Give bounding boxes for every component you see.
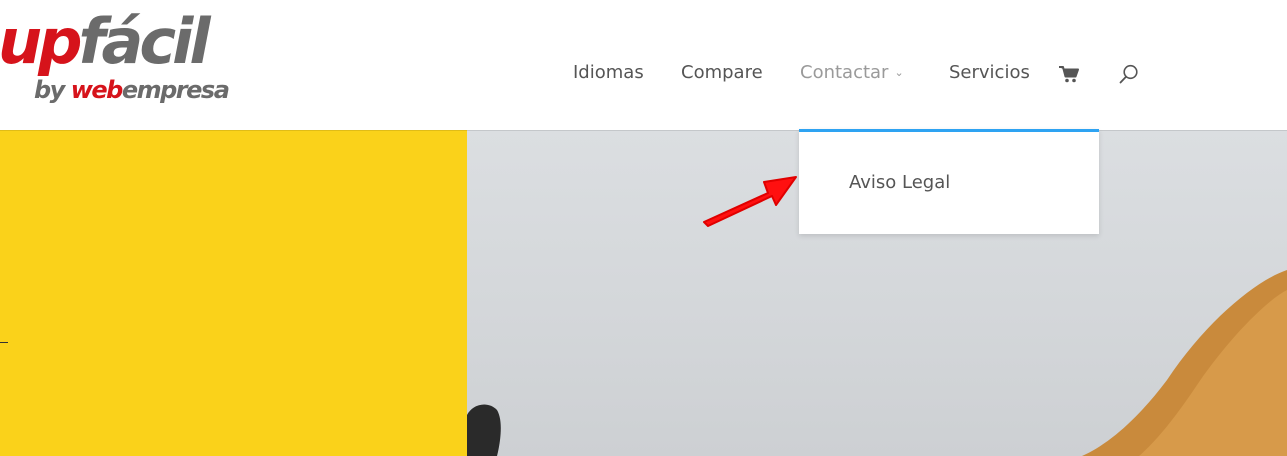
chevron-down-icon: ⌄	[894, 66, 904, 79]
nav-item-compare[interactable]: Compare	[681, 60, 763, 86]
red-arrow-annotation	[703, 176, 797, 227]
logo-tagline-web: web	[70, 76, 124, 104]
site-logo[interactable]: upfácil by webempresa	[0, 5, 238, 106]
nav-item-label: Compare	[681, 62, 763, 83]
logo-wordmark-facil: fácil	[78, 5, 211, 78]
logo-tagline-empresa: empresa	[121, 76, 230, 104]
nav-item-idiomas[interactable]: Idiomas	[573, 60, 644, 86]
nav-item-label: Servicios	[949, 62, 1030, 83]
logo-tagline: by webempresa	[34, 76, 230, 104]
logo-tagline-by: by	[34, 76, 71, 104]
hero-divider-mark	[0, 342, 8, 343]
nav-item-label: Contactar	[800, 62, 889, 83]
hero-yellow-panel	[0, 130, 467, 456]
logo-wordmark-up: up	[0, 5, 83, 78]
logo-wordmark: upfácil	[0, 2, 211, 82]
search-icon[interactable]	[1117, 62, 1141, 86]
contactar-dropdown: Aviso Legal	[799, 129, 1099, 234]
site-header: upfácil by webempresa Idiomas Compare Co…	[0, 0, 1287, 130]
nav-item-contactar[interactable]: Contactar ⌄	[800, 60, 904, 86]
nav-item-label: Idiomas	[573, 62, 644, 83]
nav-item-servicios[interactable]: Servicios	[949, 60, 1030, 86]
dropdown-item-aviso-legal[interactable]: Aviso Legal	[849, 172, 950, 193]
cart-icon[interactable]	[1058, 65, 1080, 83]
